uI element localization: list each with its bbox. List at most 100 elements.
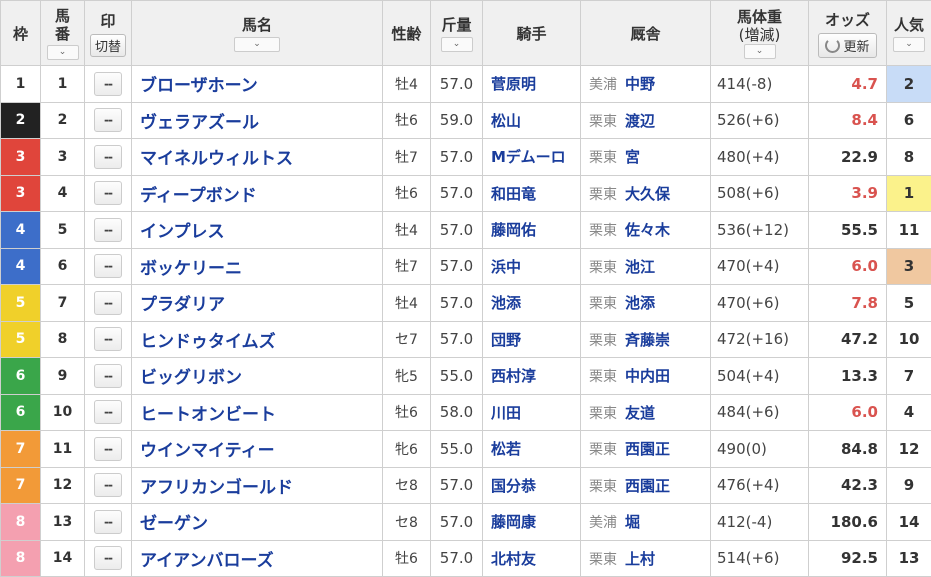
mark-cell: -- xyxy=(85,139,132,176)
stable-cell: 栗東斉藤崇 xyxy=(581,321,711,358)
jockey-link[interactable]: 池添 xyxy=(483,285,581,322)
trainer-link[interactable]: 西園正 xyxy=(625,440,670,458)
jockey-link[interactable]: 団野 xyxy=(483,321,581,358)
trainer-link[interactable]: 池添 xyxy=(625,294,655,312)
mark-select-button[interactable]: -- xyxy=(94,327,122,351)
horse-name-link[interactable]: マイネルウィルトス xyxy=(132,139,383,176)
waku-cell: 4 xyxy=(1,248,41,285)
horse-name-link[interactable]: アイアンバローズ xyxy=(132,540,383,577)
jockey-link[interactable]: 西村淳 xyxy=(483,358,581,395)
stable-area: 栗東 xyxy=(589,406,617,422)
mark-select-button[interactable]: -- xyxy=(94,72,122,96)
mark-select-button[interactable]: -- xyxy=(94,510,122,534)
trainer-link[interactable]: 西園正 xyxy=(625,477,670,495)
waku-cell: 4 xyxy=(1,212,41,249)
horse-name-link[interactable]: ヴェラアズール xyxy=(132,102,383,139)
mark-select-button[interactable]: -- xyxy=(94,400,122,424)
umaban-cell: 7 xyxy=(41,285,85,322)
mark-cell: -- xyxy=(85,248,132,285)
sort-weight-button[interactable]: ⌄ xyxy=(441,37,473,52)
jockey-link[interactable]: Mデムーロ xyxy=(483,139,581,176)
horse-name-link[interactable]: ブローザホーン xyxy=(132,66,383,103)
jockey-link[interactable]: 和田竜 xyxy=(483,175,581,212)
sex-age-cell: 牡6 xyxy=(383,102,431,139)
odds-cell: 22.9 xyxy=(809,139,887,176)
header-body-weight[interactable]: 馬体重 (増減) ⌄ xyxy=(711,1,809,66)
trainer-link[interactable]: 大久保 xyxy=(625,185,670,203)
body-weight-cell: 476(+4) xyxy=(711,467,809,504)
jockey-link[interactable]: 松若 xyxy=(483,431,581,468)
sort-horse-name-button[interactable]: ⌄ xyxy=(234,37,280,52)
mark-select-button[interactable]: -- xyxy=(94,291,122,315)
mark-cell: -- xyxy=(85,175,132,212)
trainer-link[interactable]: 中野 xyxy=(625,75,655,93)
body-weight-cell: 526(+6) xyxy=(711,102,809,139)
jockey-link[interactable]: 藤岡康 xyxy=(483,504,581,541)
weight-cell: 57.0 xyxy=(431,175,483,212)
mark-cell: -- xyxy=(85,540,132,577)
stable-area: 栗東 xyxy=(589,552,617,568)
trainer-link[interactable]: 上村 xyxy=(625,550,655,568)
stable-cell: 栗東大久保 xyxy=(581,175,711,212)
sort-body-weight-button[interactable]: ⌄ xyxy=(744,44,776,59)
mark-select-button[interactable]: -- xyxy=(94,546,122,570)
trainer-link[interactable]: 宮 xyxy=(625,148,640,166)
trainer-link[interactable]: 堀 xyxy=(625,513,640,531)
mark-select-button[interactable]: -- xyxy=(94,108,122,132)
jockey-link[interactable]: 浜中 xyxy=(483,248,581,285)
mark-select-button[interactable]: -- xyxy=(94,473,122,497)
header-horse-name[interactable]: 馬名 ⌄ xyxy=(132,1,383,66)
sort-popularity-button[interactable]: ⌄ xyxy=(893,37,925,52)
horse-name-link[interactable]: ボッケリーニ xyxy=(132,248,383,285)
header-umaban[interactable]: 馬番 ⌄ xyxy=(41,1,85,66)
jockey-link[interactable]: 菅原明 xyxy=(483,66,581,103)
trainer-link[interactable]: 渡辺 xyxy=(625,112,655,130)
mark-select-button[interactable]: -- xyxy=(94,181,122,205)
trainer-link[interactable]: 友道 xyxy=(625,404,655,422)
mark-select-button[interactable]: -- xyxy=(94,364,122,388)
horse-name-link[interactable]: アフリカンゴールド xyxy=(132,467,383,504)
stable-area: 美浦 xyxy=(589,515,617,531)
mark-select-button[interactable]: -- xyxy=(94,437,122,461)
header-weight[interactable]: 斤量 ⌄ xyxy=(431,1,483,66)
trainer-link[interactable]: 中内田 xyxy=(625,367,670,385)
jockey-link[interactable]: 川田 xyxy=(483,394,581,431)
jockey-link[interactable]: 北村友 xyxy=(483,540,581,577)
trainer-link[interactable]: 斉藤崇 xyxy=(625,331,670,349)
waku-cell: 5 xyxy=(1,285,41,322)
mark-select-button[interactable]: -- xyxy=(94,218,122,242)
horse-name-link[interactable]: プラダリア xyxy=(132,285,383,322)
horse-name-link[interactable]: インプレス xyxy=(132,212,383,249)
horse-name-link[interactable]: ヒンドゥタイムズ xyxy=(132,321,383,358)
horse-name-link[interactable]: ヒートオンビート xyxy=(132,394,383,431)
mark-select-button[interactable]: -- xyxy=(94,145,122,169)
stable-area: 栗東 xyxy=(589,187,617,203)
sex-age-cell: 牡4 xyxy=(383,212,431,249)
table-row: 45--インプレス牡457.0藤岡佑栗東佐々木536(+12)55.511 xyxy=(1,212,931,249)
jockey-link[interactable]: 藤岡佑 xyxy=(483,212,581,249)
trainer-link[interactable]: 池江 xyxy=(625,258,655,276)
sex-age-cell: 牡6 xyxy=(383,540,431,577)
odds-refresh-button[interactable]: 更新 xyxy=(818,33,876,58)
header-popularity[interactable]: 人気 ⌄ xyxy=(887,1,931,66)
trainer-link[interactable]: 佐々木 xyxy=(625,221,670,239)
horse-name-link[interactable]: ゼーゲン xyxy=(132,504,383,541)
jockey-link[interactable]: 国分恭 xyxy=(483,467,581,504)
stable-area: 栗東 xyxy=(589,479,617,495)
odds-cell: 13.3 xyxy=(809,358,887,395)
sex-age-cell: 牡7 xyxy=(383,139,431,176)
jockey-link[interactable]: 松山 xyxy=(483,102,581,139)
horse-name-link[interactable]: ウインマイティー xyxy=(132,431,383,468)
horse-name-link[interactable]: ディープボンド xyxy=(132,175,383,212)
sex-age-cell: 牝5 xyxy=(383,358,431,395)
horse-name-link[interactable]: ビッグリボン xyxy=(132,358,383,395)
waku-cell: 6 xyxy=(1,358,41,395)
umaban-cell: 5 xyxy=(41,212,85,249)
sort-umaban-button[interactable]: ⌄ xyxy=(47,45,79,60)
mark-cell: -- xyxy=(85,66,132,103)
table-row: 610--ヒートオンビート牡658.0川田栗東友道484(+6)6.04 xyxy=(1,394,931,431)
odds-cell: 180.6 xyxy=(809,504,887,541)
race-entry-table: 枠 馬番 ⌄ 印 切替 馬名 ⌄ 性齢 斤量 ⌄ 騎手 厩舎 馬体重 (増減) xyxy=(0,0,931,577)
mark-switch-button[interactable]: 切替 xyxy=(90,34,126,57)
mark-select-button[interactable]: -- xyxy=(94,254,122,278)
